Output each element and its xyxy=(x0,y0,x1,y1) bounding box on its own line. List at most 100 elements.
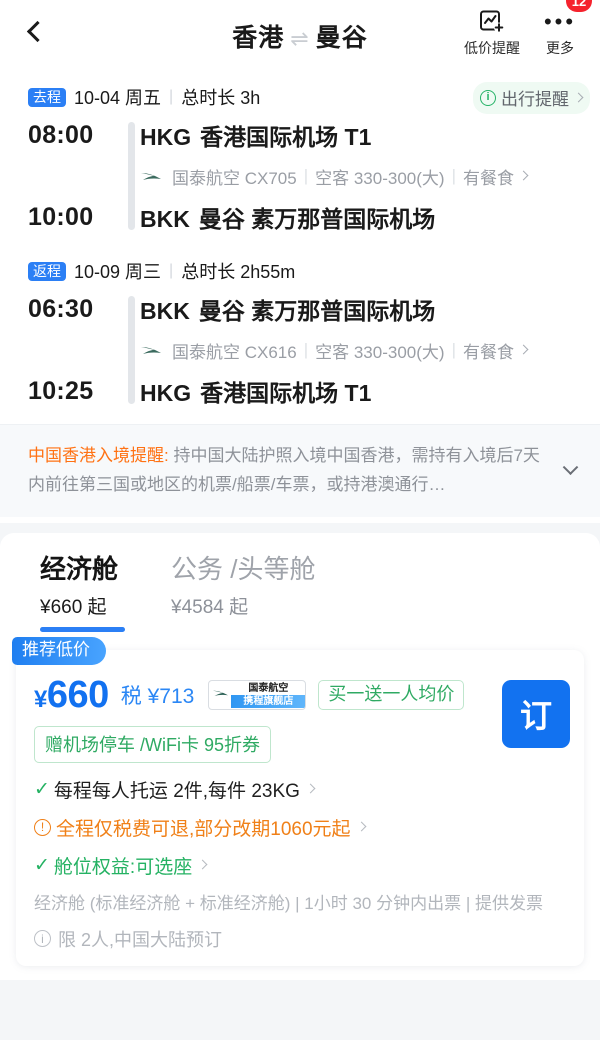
check-icon: ✓ xyxy=(34,854,50,876)
outbound-leg: 08:00 HKG 香港国际机场 T1 国泰航空 CX705 | 空客 330-3… xyxy=(0,114,600,238)
outbound-date: 10-04 周五 xyxy=(74,88,162,108)
return-segment-header: 返程 10-09 周三 | 总时长 2h55m xyxy=(0,238,600,288)
itinerary-card: 去程 10-04 周五 | 总时长 3h i 出行提醒 08:00 HKG 香港国… xyxy=(0,72,600,523)
return-tag: 返程 xyxy=(28,261,66,281)
benefits-list: ✓ 每程每人托运 2件,每件 23KG ! 全程仅税费可退,部分改期1060元起… xyxy=(34,776,570,879)
offer-list: 推荐低价 ¥660 税 ¥713 国泰航空 携程旗舰店 买一送一人均价 订 赠机… xyxy=(0,631,600,980)
airline-store-chip-text: 国泰航空 携程旗舰店 xyxy=(231,682,306,708)
check-icon: ✓ xyxy=(34,778,50,800)
tab-economy-label: 经济舱 xyxy=(40,554,119,584)
app-header: 香港 ⇌ 曼谷 低价提醒 ••• 更多 12 xyxy=(0,0,600,72)
return-depart-time: 06:30 xyxy=(28,294,94,323)
return-flight-info[interactable]: 国泰航空 CX616 | 空客 330-300(大) | 有餐食 xyxy=(28,330,586,370)
meta-divider: | xyxy=(451,166,456,185)
price-alert-label: 低价提醒 xyxy=(464,40,520,56)
return-arrive-row: 10:25 HKG 香港国际机场 T1 xyxy=(28,370,586,412)
offer-price-row: ¥660 税 ¥713 国泰航空 携程旗舰店 买一送一人均价 xyxy=(34,676,570,714)
currency-symbol: ¥ xyxy=(34,685,47,713)
chevron-down-icon[interactable] xyxy=(562,459,579,476)
benefit-refund-policy[interactable]: ! 全程仅税费可退,部分改期1060元起 xyxy=(34,814,570,841)
return-timeline-bar xyxy=(128,296,135,404)
outbound-meal: 有餐食 xyxy=(462,168,514,188)
return-meal: 有餐食 xyxy=(462,342,514,362)
tab-active-indicator xyxy=(40,626,125,632)
benefit-seat-text: 舱位权益:可选座 xyxy=(53,856,193,878)
chevron-right-icon xyxy=(197,859,208,870)
offer-price: ¥660 xyxy=(34,676,109,714)
cabin-tabs: 经济舱 ¥660 起 公务 /头等舱 ¥4584 起 xyxy=(0,554,600,632)
coupon-chip: 赠机场停车 /WiFi卡 95折券 xyxy=(34,725,272,763)
outbound-arrive-time: 10:00 xyxy=(28,202,94,231)
price-value: 660 xyxy=(46,673,109,716)
warning-circle-icon: ! xyxy=(34,818,51,836)
return-airline: 国泰航空 CX616 xyxy=(172,342,297,362)
outbound-depart-row: 08:00 HKG 香港国际机场 T1 xyxy=(28,114,586,156)
cabin-class-panel: 经济舱 ¥660 起 公务 /头等舱 ¥4584 起 推荐低价 ¥660 税 ¥… xyxy=(0,533,600,980)
benefit-seat-selection[interactable]: ✓ 舱位权益:可选座 xyxy=(34,852,570,879)
meta-divider: | xyxy=(303,166,309,185)
chevron-right-icon xyxy=(305,783,316,794)
outbound-depart-airport: HKG 香港国际机场 T1 xyxy=(114,118,371,152)
offer-card[interactable]: 推荐低价 ¥660 税 ¥713 国泰航空 携程旗舰店 买一送一人均价 订 赠机… xyxy=(12,636,584,966)
outbound-aircraft: 空客 330-300(大) xyxy=(315,168,445,188)
outbound-depart-name: 香港国际机场 T1 xyxy=(200,124,372,150)
return-arrive-name: 香港国际机场 T1 xyxy=(200,380,372,406)
book-button[interactable]: 订 xyxy=(502,679,570,748)
meta-divider: | xyxy=(451,340,456,359)
benefit-baggage-text: 每程每人托运 2件,每件 23KG xyxy=(53,780,300,802)
outbound-depart-code: HKG xyxy=(140,124,192,150)
airline-chip-store: 携程旗舰店 xyxy=(231,694,306,708)
chevron-right-icon xyxy=(518,344,529,355)
chart-alert-icon xyxy=(479,8,505,36)
return-date: 10-09 周三 xyxy=(74,262,162,282)
info-circle-icon: i xyxy=(34,930,51,948)
return-aircraft: 空客 330-300(大) xyxy=(315,342,445,362)
price-alert-button[interactable]: 低价提醒 xyxy=(458,8,526,58)
return-arrive-time: 10:25 xyxy=(28,376,94,405)
title-origin: 香港 xyxy=(232,24,285,52)
chevron-left-icon xyxy=(26,20,49,42)
tab-economy[interactable]: 经济舱 ¥660 起 xyxy=(40,554,125,632)
chevron-right-icon xyxy=(356,821,367,832)
return-depart-name: 曼谷 素万那普国际机场 xyxy=(198,298,436,324)
more-button[interactable]: ••• 更多 xyxy=(526,8,594,58)
info-circle-icon: i xyxy=(480,89,496,106)
outbound-tag: 去程 xyxy=(28,87,66,107)
benefit-refund-text: 全程仅税费可退,部分改期1060元起 xyxy=(56,818,351,840)
outbound-duration: 总时长 3h xyxy=(181,88,261,108)
cathay-brushwing-icon xyxy=(140,168,166,184)
return-depart-airport: BKK 曼谷 素万那普国际机场 xyxy=(114,292,435,326)
header-actions: 低价提醒 ••• 更多 xyxy=(458,8,594,58)
trip-reminder-label: 出行提醒 xyxy=(501,90,569,109)
offer-limit-note: i 限 2人,中国大陆预订 xyxy=(34,926,570,952)
tab-business-first[interactable]: 公务 /头等舱 ¥4584 起 xyxy=(171,554,316,632)
outbound-segment-header: 去程 10-04 周五 | 总时长 3h i 出行提醒 xyxy=(0,72,600,114)
return-arrive-code: HKG xyxy=(140,380,192,406)
cathay-brushwing-icon xyxy=(209,686,231,704)
outbound-airline: 国泰航空 CX705 xyxy=(172,168,297,188)
visa-notice-title: 中国香港入境提醒: xyxy=(28,446,169,465)
tab-inactive-indicator xyxy=(171,627,256,632)
outbound-arrive-airport: BKK 曼谷 素万那普国际机场 xyxy=(114,200,435,234)
recommended-badge: 推荐低价 xyxy=(12,636,106,666)
flight-detail-screen: 香港 ⇌ 曼谷 低价提醒 ••• 更多 12 去程 10-04 周五 | 总时长… xyxy=(0,0,600,1040)
benefit-baggage[interactable]: ✓ 每程每人托运 2件,每件 23KG xyxy=(34,776,570,803)
cathay-brushwing-icon xyxy=(140,342,166,358)
airline-chip-name: 国泰航空 xyxy=(248,682,289,694)
return-duration: 总时长 2h55m xyxy=(181,262,296,282)
outbound-arrive-name: 曼谷 素万那普国际机场 xyxy=(198,206,436,232)
back-button[interactable] xyxy=(0,0,70,62)
more-label: 更多 xyxy=(546,40,574,56)
return-separator: | xyxy=(169,262,174,279)
return-flight-meta: 国泰航空 CX616 | 空客 330-300(大) | 有餐食 xyxy=(172,338,529,363)
return-leg: 06:30 BKK 曼谷 素万那普国际机场 国泰航空 CX616 | 空客 330… xyxy=(0,288,600,412)
meta-divider: | xyxy=(303,340,309,359)
tab-business-first-label: 公务 /头等舱 xyxy=(171,554,316,584)
trip-reminder-button[interactable]: i 出行提醒 xyxy=(473,82,590,114)
promo-chip: 买一送一人均价 xyxy=(318,679,465,711)
visa-notice[interactable]: 中国香港入境提醒: 持中国大陆护照入境中国香港，需持有入境后7天内前往第三国或地… xyxy=(0,424,600,517)
airline-store-chip[interactable]: 国泰航空 携程旗舰店 xyxy=(208,679,307,710)
outbound-flight-info[interactable]: 国泰航空 CX705 | 空客 330-300(大) | 有餐食 xyxy=(28,156,586,196)
title-destination: 曼谷 xyxy=(315,24,368,52)
offer-fine-print: 经济舱 (标准经济舱 + 标准经济舱) | 1小时 30 分钟内出票 | 提供发… xyxy=(34,893,543,913)
